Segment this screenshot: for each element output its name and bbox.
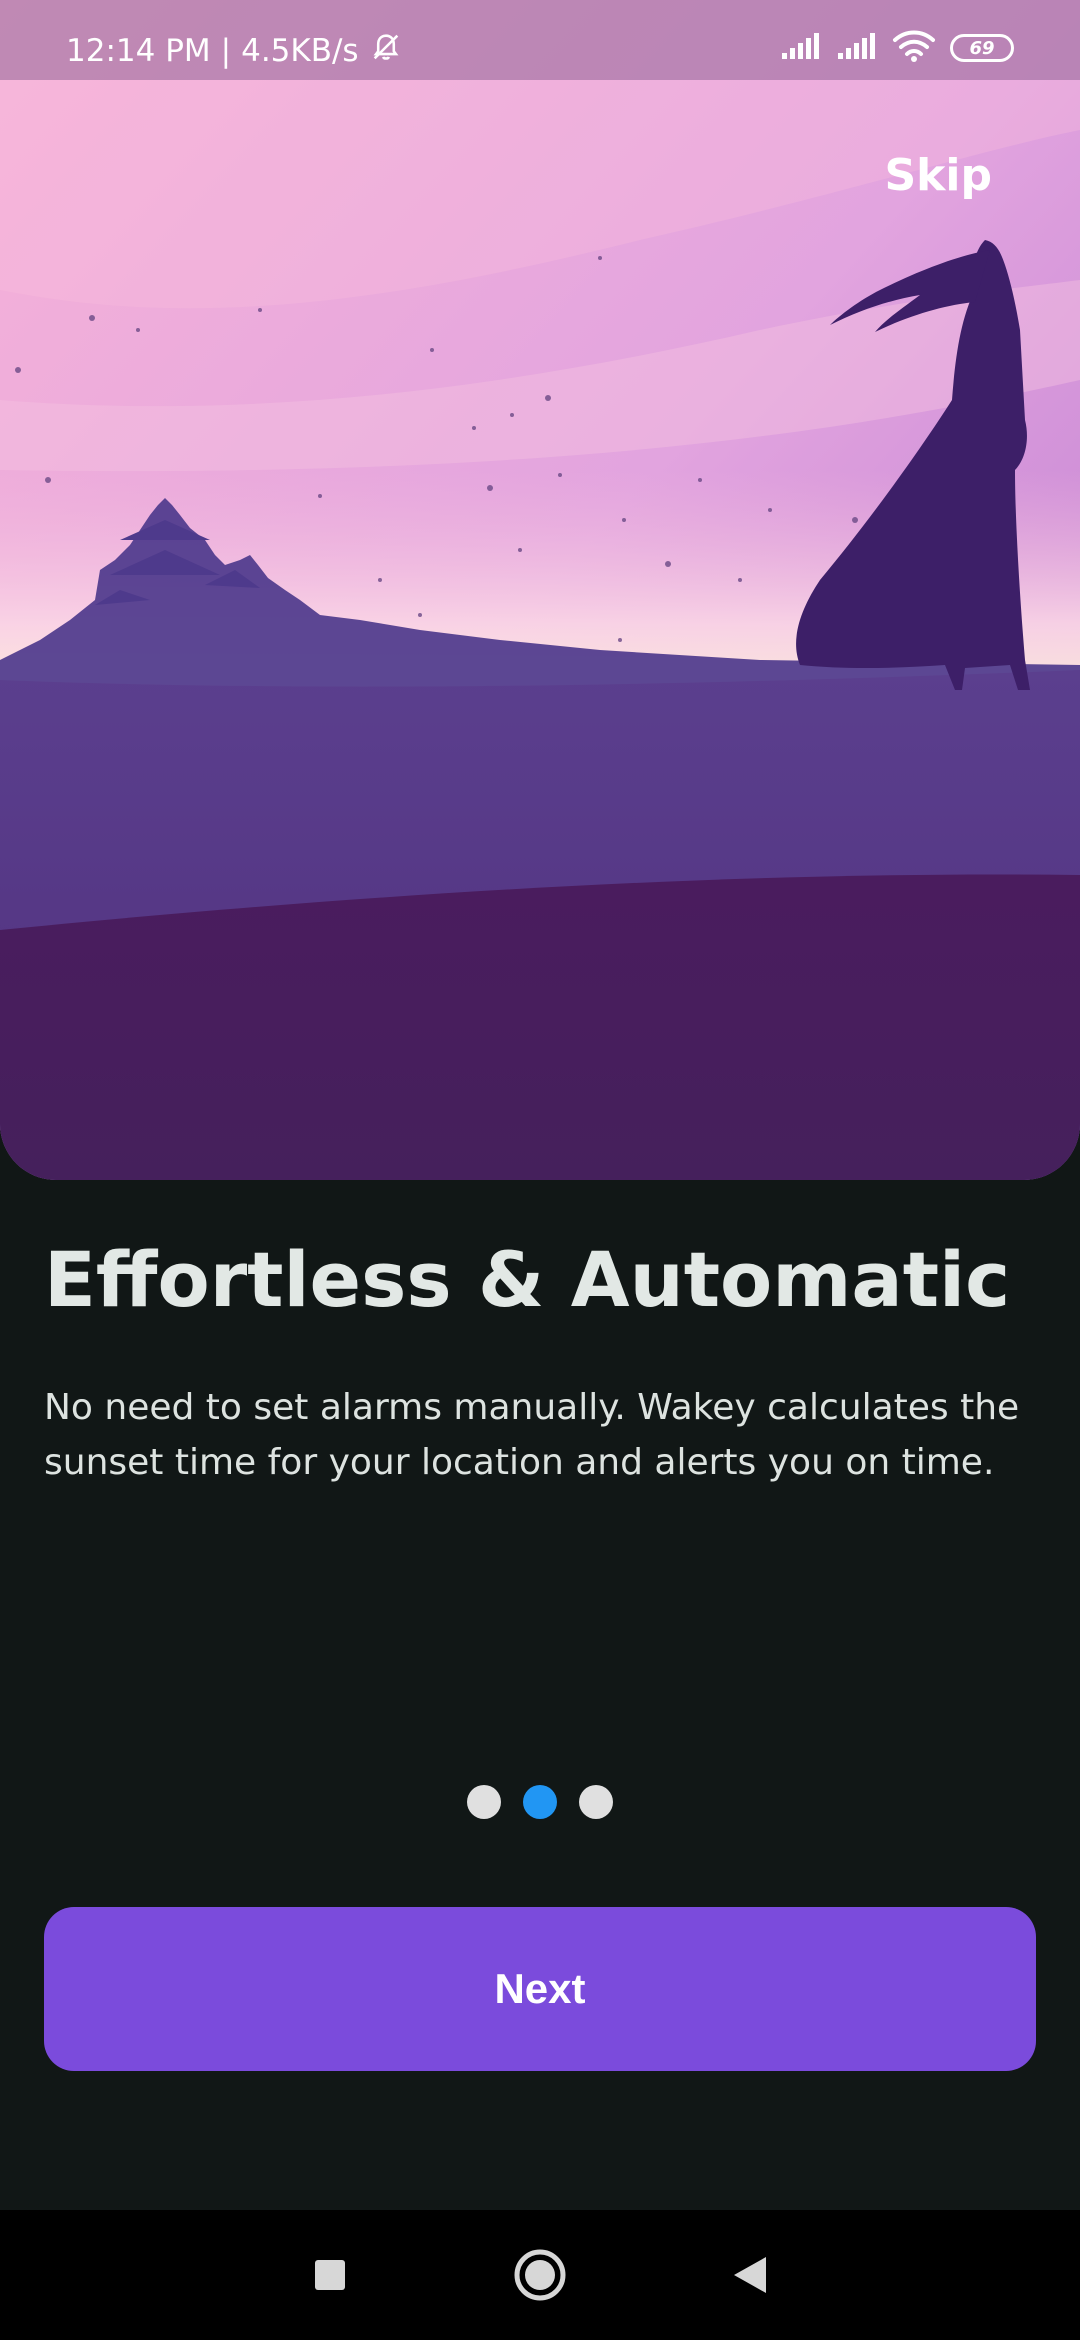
system-nav-bar	[0, 2210, 1080, 2340]
page-indicator	[0, 1785, 1080, 1819]
wifi-icon	[892, 29, 936, 67]
recents-square-icon[interactable]	[300, 2245, 360, 2305]
next-button[interactable]: Next	[44, 1907, 1036, 2071]
signal-icon-2	[836, 31, 878, 65]
status-bar: 12:14 PM | 4.5KB/s 69	[0, 0, 1080, 80]
page-description: No need to set alarms manually. Wakey ca…	[44, 1387, 1020, 1483]
status-right: 69	[780, 30, 1014, 66]
home-circle-icon[interactable]	[510, 2245, 570, 2305]
page-title: Effortless & Automatic	[44, 1235, 1011, 1324]
alarm-off-icon	[369, 30, 403, 72]
page-dot-1[interactable]	[467, 1785, 501, 1819]
onboarding-screen: 12:14 PM | 4.5KB/s 69 Skip Effortless & …	[0, 0, 1080, 2340]
status-left: 12:14 PM | 4.5KB/s	[66, 30, 403, 72]
page-dot-2-active[interactable]	[523, 1785, 557, 1819]
battery-level: 69	[969, 37, 995, 59]
signal-icon	[780, 31, 822, 65]
status-time: 12:14 PM	[66, 33, 211, 69]
back-triangle-icon[interactable]	[720, 2245, 780, 2305]
network-speed: 4.5KB/s	[241, 33, 359, 69]
skip-button[interactable]: Skip	[884, 150, 992, 201]
battery-icon: 69	[950, 34, 1014, 62]
status-separator: |	[220, 33, 232, 69]
page-dot-3[interactable]	[579, 1785, 613, 1819]
